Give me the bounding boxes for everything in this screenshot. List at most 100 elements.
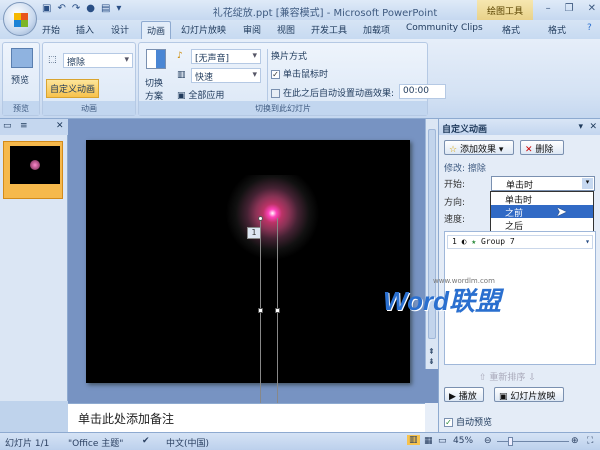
close-pane-icon[interactable]: ✕	[56, 121, 64, 131]
sorter-view-icon[interactable]: ▦	[424, 436, 433, 446]
prev-slide-icon[interactable]: ⇞	[428, 347, 435, 356]
label: 添加效果	[459, 145, 496, 155]
tab-animations[interactable]: 动画	[141, 21, 172, 39]
close-icon[interactable]: ✕	[588, 3, 596, 14]
autopreview-checkbox[interactable]: ✓ 自动预览	[444, 415, 492, 428]
spellcheck-icon[interactable]: ✔	[142, 436, 150, 446]
add-effect-button[interactable]: ☆ 添加效果 ▾	[444, 140, 514, 155]
group-transition: 切换方案 ♪ [无声音] ▥ 快速 ▣ 全部应用 换片方式 ✓单击鼠标时 在此之…	[138, 42, 446, 116]
value: 单击时	[506, 181, 534, 191]
notes-input[interactable]: 单击此处添加备注	[68, 403, 425, 432]
fit-window-icon[interactable]: ⛶	[587, 436, 593, 446]
auto-after-checkbox[interactable]: 在此之后自动设置动画效果:	[271, 86, 394, 99]
redo-icon[interactable]: ↷	[72, 3, 80, 14]
circle-icon[interactable]: ●	[86, 3, 95, 14]
label: 全部应用	[188, 91, 225, 101]
play-button[interactable]: ▶ 播放	[444, 387, 484, 402]
title-bar: ▣ ↶ ↷ ● ▤ ▾ 礼花绽放.ppt [兼容模式] - Microsoft Power…	[0, 0, 600, 20]
pane-header: 自定义动画 ▾ ✕	[439, 119, 600, 135]
label: 切换	[145, 79, 164, 89]
office-button[interactable]	[3, 2, 37, 36]
mouse-icon: ◐	[461, 237, 467, 246]
firework-thumb	[30, 160, 40, 170]
move-down-icon[interactable]: ⇩	[528, 373, 536, 383]
remove-button[interactable]: ✕ 删除	[520, 140, 564, 155]
animation-effect-dropdown[interactable]: 擦除	[63, 53, 133, 68]
custom-animation-pane: 自定义动画 ▾ ✕ ☆ 添加效果 ▾ ✕ 删除 修改: 擦除 开始: 单击时 ▾ …	[438, 119, 600, 432]
label: 删除	[535, 145, 554, 155]
start-label: 开始:	[444, 180, 466, 190]
chevron-down-icon[interactable]: ▾	[585, 237, 590, 246]
tab-design[interactable]: 设计	[111, 23, 129, 36]
slide-canvas[interactable]: 1	[86, 140, 410, 408]
vertical-scrollbar[interactable]: ⇞ ⇟	[425, 119, 438, 369]
tab-review[interactable]: 审阅	[243, 23, 261, 36]
tab-slideshow[interactable]: 幻灯片放映	[181, 23, 226, 36]
status-bar: 幻灯片 1/1 "Office 主题" ✔ 中文(中国) ▥ ▦ ▭ 45% ⊖…	[0, 432, 600, 450]
slideshow-view-icon[interactable]: ▭	[438, 436, 447, 446]
zoom-in-icon[interactable]: ⊕	[571, 436, 579, 446]
tab-format-drawing[interactable]: 格式	[502, 23, 520, 36]
zoom-level[interactable]: 45%	[453, 436, 473, 446]
restore-icon[interactable]: ❐	[565, 3, 574, 14]
start-dropdown[interactable]: 单击时 ▾	[491, 176, 595, 191]
animation-item[interactable]: 1 ◐ ★ Group 7 ▾	[447, 235, 593, 249]
move-up-icon[interactable]: ⇧	[479, 373, 487, 383]
label: 单击鼠标时	[283, 70, 329, 80]
custom-animation-button[interactable]: 自定义动画	[46, 79, 100, 98]
chevron-down-icon[interactable]: ▾	[582, 178, 593, 189]
next-slide-icon[interactable]: ⇟	[428, 357, 435, 366]
print-icon[interactable]: ▤	[101, 3, 110, 14]
animation-order-marker[interactable]: 1	[247, 227, 261, 239]
slide-indicator: 幻灯片 1/1	[5, 439, 50, 449]
slides-pane: ▭ ≡ ✕	[0, 119, 68, 401]
minimize-icon[interactable]: –	[546, 3, 551, 14]
undo-icon[interactable]: ↶	[57, 3, 65, 14]
zoom-out-icon[interactable]: ⊖	[484, 436, 492, 446]
zoom-slider-thumb[interactable]	[508, 437, 513, 446]
tab-community-clips[interactable]: Community Clips	[406, 23, 483, 33]
tab-home[interactable]: 开始	[42, 23, 60, 36]
slide-thumbnail-1[interactable]	[3, 141, 63, 199]
index: 1	[452, 237, 457, 246]
sound-dropdown[interactable]: [无声音]	[191, 49, 261, 64]
pane-close-icon[interactable]: ✕	[589, 122, 597, 132]
notes-scrollbar[interactable]	[425, 403, 438, 432]
on-click-checkbox[interactable]: ✓ 单击鼠标时	[271, 67, 328, 80]
group-preview: 预览 预览	[2, 42, 40, 116]
language[interactable]: 中文(中国)	[166, 436, 209, 449]
window-title: 礼花绽放.ppt [兼容模式] - Microsoft PowerPoint	[212, 8, 438, 19]
tab-addins[interactable]: 加载项	[363, 23, 390, 36]
preview-button[interactable]: 预览	[11, 73, 29, 86]
selection-handle[interactable]	[258, 308, 263, 313]
help-icon[interactable]: ?	[587, 23, 592, 33]
customize-qat-icon[interactable]: ▾	[116, 3, 121, 14]
speed-dropdown[interactable]: 快速	[191, 68, 261, 83]
pane-menu-icon[interactable]: ▾	[578, 122, 583, 132]
group-animation: ⬚ 擦除 自定义动画 动画	[42, 42, 136, 116]
outline-tab-icon[interactable]: ≡	[20, 121, 28, 131]
normal-view-icon[interactable]: ▥	[407, 435, 420, 445]
modify-label: 修改: 擦除	[444, 164, 486, 174]
pane-title: 自定义动画	[442, 125, 488, 135]
time-spinner[interactable]: 00:00	[399, 84, 446, 99]
option-on-click[interactable]: 单击时	[491, 192, 593, 206]
option-after-previous[interactable]: 之后	[491, 218, 593, 232]
tab-developer[interactable]: 开发工具	[311, 23, 347, 36]
apply-all-button[interactable]: ▣ 全部应用	[177, 88, 224, 101]
selection-handle[interactable]	[275, 308, 280, 313]
firework-image[interactable]	[225, 175, 320, 260]
slideshow-button[interactable]: ▣ 幻灯片放映	[494, 387, 564, 402]
tab-insert[interactable]: 插入	[76, 23, 94, 36]
slide-editor: 1 ⇞ ⇟	[68, 119, 438, 408]
slides-tab-icon[interactable]: ▭	[3, 121, 12, 131]
save-icon[interactable]: ▣	[42, 3, 51, 14]
reorder-control: ⇧ 重新排序 ⇩	[479, 370, 536, 383]
group-label: 动画	[43, 101, 135, 115]
option-with-previous[interactable]: 之前	[491, 205, 593, 219]
transition-scheme-button[interactable]: 切换 方案	[145, 76, 163, 102]
remove-icon: ✕	[525, 145, 533, 155]
tab-view[interactable]: 视图	[277, 23, 295, 36]
tab-format[interactable]: 格式	[548, 23, 566, 36]
selection-handle[interactable]	[258, 216, 263, 221]
